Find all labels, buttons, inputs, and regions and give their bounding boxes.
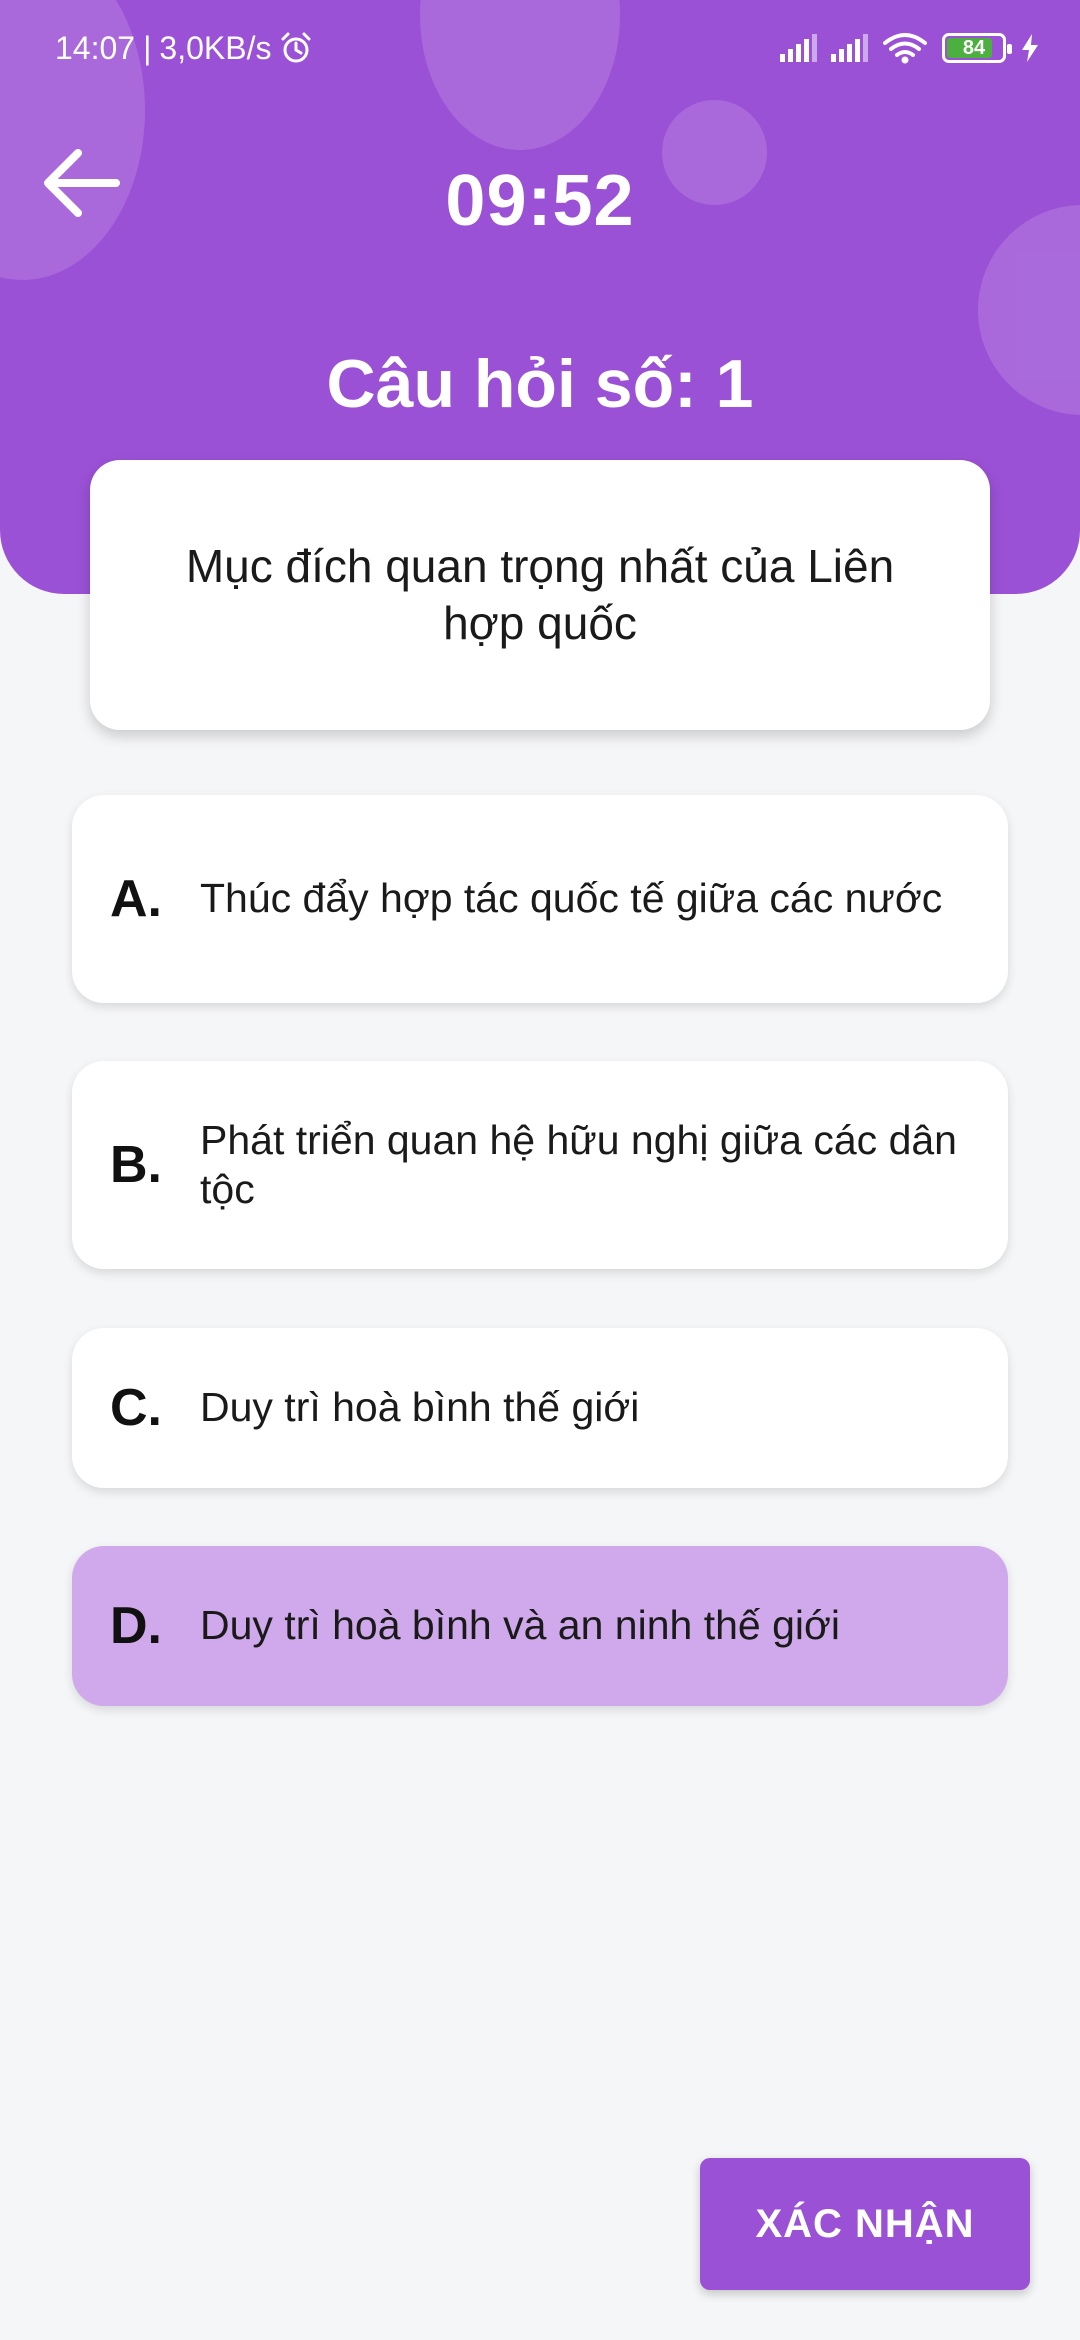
status-time: 14:07 (55, 29, 136, 66)
option-d[interactable]: D. Duy trì hoà bình và an ninh thế giới (72, 1546, 1008, 1706)
wifi-icon (883, 33, 927, 64)
option-letter: A. (110, 870, 162, 928)
status-separator: | (143, 29, 152, 66)
option-text: Duy trì hoà bình và an ninh thế giới (200, 1602, 841, 1649)
confirm-button[interactable]: XÁC NHẬN (700, 2158, 1030, 2290)
option-letter: C. (110, 1379, 162, 1437)
option-c[interactable]: C. Duy trì hoà bình thế giới (72, 1328, 1008, 1488)
battery-level: 84 (962, 36, 986, 59)
option-letter: B. (110, 1136, 162, 1194)
question-text: Mục đích quan trọng nhất của Liên hợp qu… (185, 539, 895, 649)
option-text: Phát triển quan hệ hữu nghị giữa các dân… (200, 1116, 957, 1212)
option-letter: D. (110, 1597, 162, 1655)
option-b[interactable]: B. Phát triển quan hệ hữu nghị giữa các … (72, 1061, 1008, 1269)
option-text: Duy trì hoà bình thế giới (200, 1384, 640, 1431)
quiz-screen: 14:07 | 3,0KB/s 84 09:52 Câu hỏi số: 1 M… (0, 0, 1080, 2340)
cell-signal-icon (831, 34, 868, 62)
status-right: 84 (780, 32, 1040, 64)
option-a[interactable]: A. Thúc đẩy hợp tác quốc tế giữa các nướ… (72, 795, 1008, 1003)
countdown-timer: 09:52 (445, 161, 635, 241)
cell-signal-icon (780, 34, 817, 62)
question-number: Câu hỏi số: 1 (326, 346, 754, 422)
option-text: Thúc đẩy hợp tác quốc tế giữa các nước (200, 875, 943, 922)
status-network-speed: 3,0KB/s (159, 29, 272, 66)
status-left: 14:07 | 3,0KB/s (55, 30, 313, 67)
question-card: Mục đích quan trọng nhất của Liên hợp qu… (90, 460, 990, 730)
status-bar: 14:07 | 3,0KB/s 84 (0, 0, 1080, 96)
alarm-clock-icon (281, 32, 311, 63)
battery-icon: 84 (942, 33, 1012, 63)
charging-bolt-icon (1022, 34, 1038, 62)
